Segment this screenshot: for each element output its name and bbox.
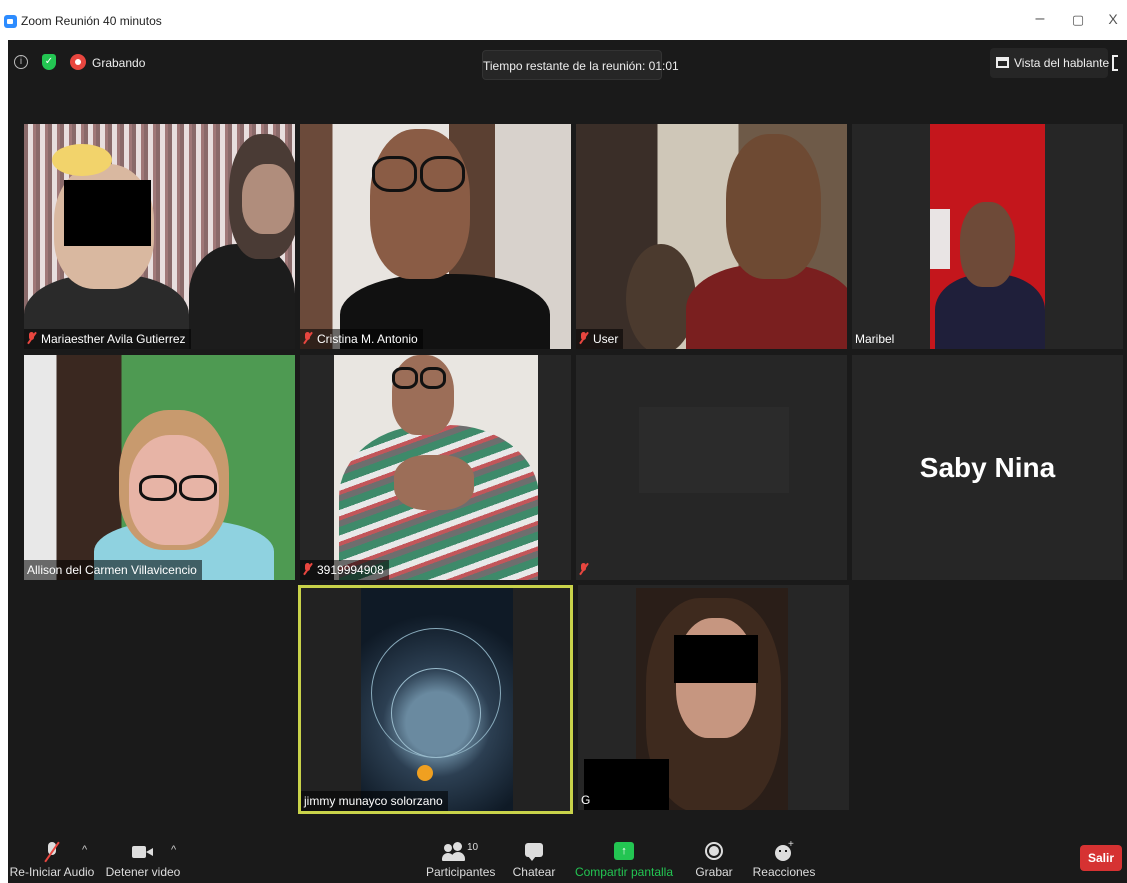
- participant-video-tile[interactable]: [576, 355, 847, 580]
- participant-video: [576, 124, 847, 349]
- redaction-box: [64, 180, 151, 246]
- participant-video: [334, 355, 538, 580]
- participant-video: [930, 124, 1045, 349]
- unmute-audio-button[interactable]: Re-Iniciar Audio: [8, 830, 96, 883]
- participant-video-tile[interactable]: 3919994908: [300, 355, 571, 580]
- participants-icon: 10: [442, 842, 479, 862]
- participant-name-label: 3919994908: [300, 560, 389, 580]
- meeting-time-remaining: Tiempo restante de la reunión: 01:01: [482, 50, 679, 80]
- participant-name-label: Maribel: [855, 332, 895, 346]
- mic-muted-icon: [579, 563, 588, 575]
- audio-options-caret[interactable]: ^: [82, 844, 87, 856]
- participant-name-display: Saby Nina: [919, 451, 1056, 483]
- participant-name-label: Cristina M. Antonio: [300, 329, 423, 349]
- close-button[interactable]: X: [1103, 11, 1123, 27]
- participants-button[interactable]: 10 Participantes: [426, 830, 495, 883]
- stop-video-button[interactable]: Detener video: [104, 830, 182, 883]
- participant-name-label: [576, 560, 598, 580]
- security-shield-icon[interactable]: ✓: [42, 54, 56, 70]
- mic-muted-icon: [303, 563, 312, 575]
- mic-muted-icon: [579, 332, 588, 344]
- redaction-box: [584, 759, 669, 810]
- speaker-view-button[interactable]: Vista del hablante: [990, 48, 1110, 78]
- participant-video-tile[interactable]: User: [576, 124, 847, 349]
- video-camera-icon: [132, 842, 154, 862]
- video-options-caret[interactable]: ^: [171, 844, 176, 856]
- participant-video-tile[interactable]: Cristina M. Antonio: [300, 124, 571, 349]
- chat-button[interactable]: Chatear: [508, 830, 560, 883]
- active-speaker-tile[interactable]: jimmy munayco solorzano: [298, 585, 573, 814]
- meeting-toolbar: Re-Iniciar Audio ^ Detener video ^ 10 Pa…: [8, 830, 1127, 883]
- info-icon[interactable]: i: [14, 55, 28, 69]
- recording-label: Grabando: [92, 56, 146, 70]
- participant-video-tile[interactable]: Allison del Carmen Villavicencio: [24, 355, 295, 580]
- minimize-button[interactable]: –: [1030, 10, 1050, 28]
- share-screen-icon: ↑: [614, 842, 634, 862]
- participants-count: 10: [467, 842, 479, 853]
- meeting-window: i ✓ Grabando Tiempo restante de la reuni…: [8, 40, 1127, 883]
- title-bar: Zoom Reunión 40 minutos – ▢ X: [0, 0, 1127, 40]
- chat-bubble-icon: [525, 842, 543, 862]
- recording-icon: [70, 54, 86, 70]
- participant-name-label: Mariaesther Avila Gutierrez: [24, 329, 191, 349]
- speaker-view-icon: [996, 57, 1009, 68]
- participant-name-label: jimmy munayco solorzano: [301, 791, 448, 811]
- fullscreen-icon[interactable]: [1112, 55, 1122, 71]
- record-icon: [705, 842, 723, 862]
- participant-name-label: G: [581, 793, 591, 807]
- leave-meeting-button[interactable]: Salir: [1080, 845, 1122, 871]
- zoom-app-icon: [4, 15, 17, 28]
- reactions-button[interactable]: + Reacciones: [752, 830, 816, 883]
- maximize-button[interactable]: ▢: [1068, 12, 1088, 28]
- participant-video: [361, 588, 513, 811]
- redaction-box: [674, 635, 758, 683]
- mic-muted-icon: [44, 841, 60, 863]
- mic-muted-icon: [27, 332, 36, 344]
- record-button[interactable]: Grabar: [690, 830, 738, 883]
- participant-name-label: Allison del Carmen Villavicencio: [24, 560, 202, 580]
- participant-name-label: User: [576, 329, 624, 349]
- participant-video-tile[interactable]: Mariaesther Avila Gutierrez: [24, 124, 295, 349]
- participant-video: [24, 355, 295, 580]
- participant-video: [300, 124, 571, 349]
- meeting-top-bar: i ✓ Grabando Tiempo restante de la reuni…: [8, 40, 1127, 90]
- video-placeholder: [639, 407, 789, 493]
- participant-video-tile[interactable]: Maribel: [852, 124, 1123, 349]
- share-screen-button[interactable]: ↑ Compartir pantalla: [574, 830, 674, 883]
- participant-video-tile[interactable]: Saby Nina: [852, 355, 1123, 580]
- smiley-plus-icon: +: [774, 839, 794, 862]
- mic-muted-icon: [303, 332, 312, 344]
- window-title: Zoom Reunión 40 minutos: [21, 14, 162, 28]
- speaker-view-label: Vista del hablante: [1014, 56, 1110, 70]
- participant-video-tile[interactable]: G: [578, 585, 849, 810]
